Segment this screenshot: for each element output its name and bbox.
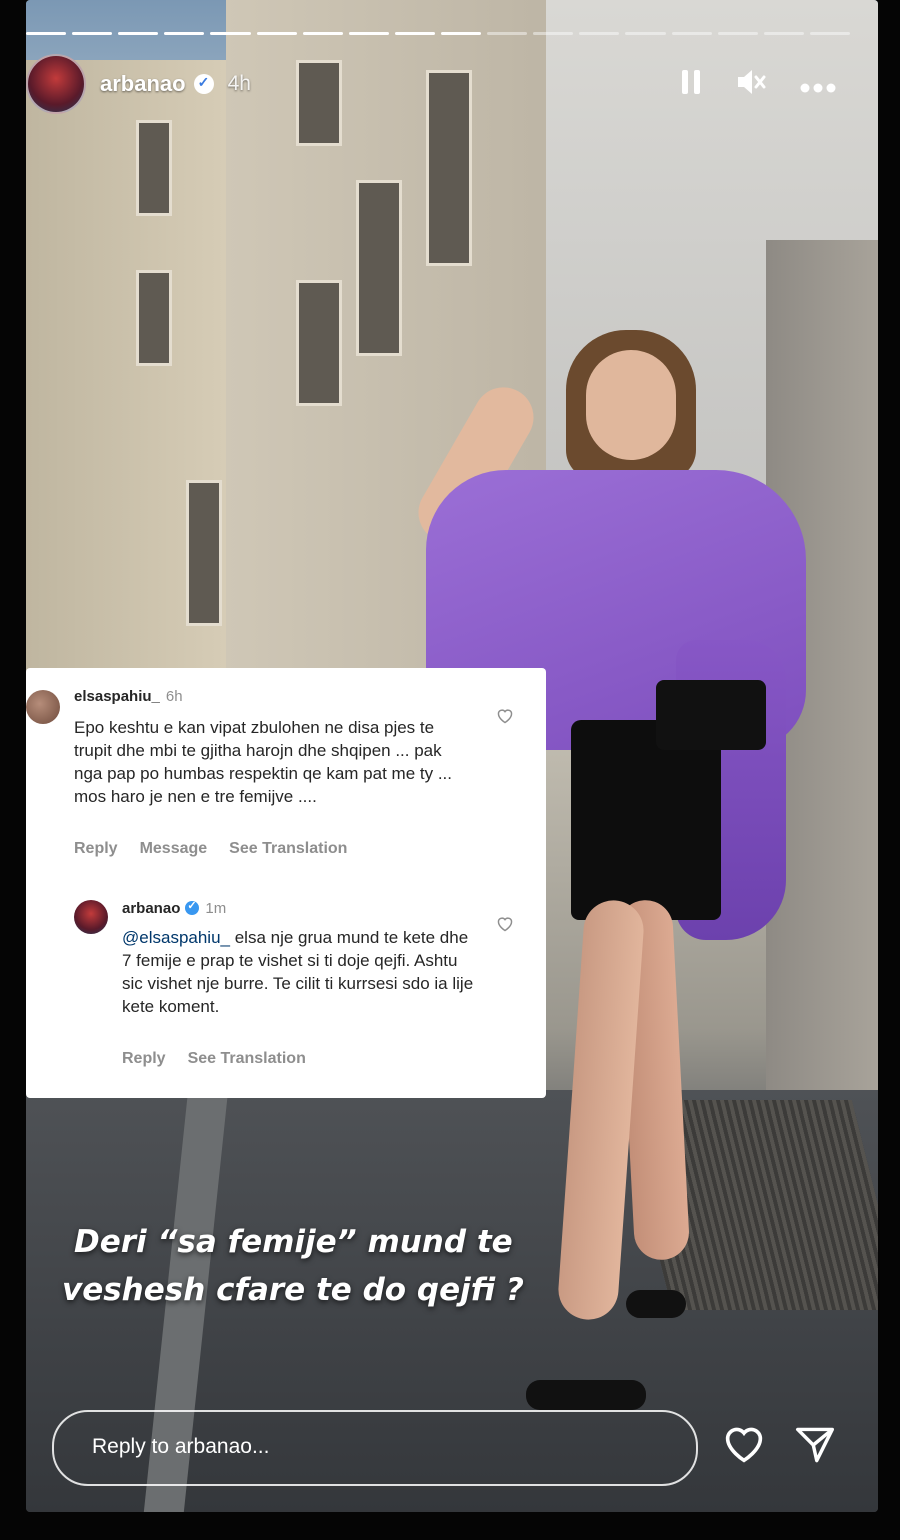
progress-segment bbox=[256, 32, 297, 35]
see-translation-link: See Translation bbox=[187, 1050, 306, 1067]
story-time: 4h bbox=[227, 72, 251, 95]
mention: @elsaspahiu_ bbox=[122, 928, 230, 947]
comment-screenshot-card: elsaspahiu_ 6h Epo keshtu e kan vipat zbu… bbox=[26, 668, 546, 1098]
progress-segment bbox=[394, 32, 435, 35]
reply-username: arbanao 1m bbox=[122, 899, 227, 917]
reply-username-text: arbanao bbox=[122, 900, 181, 917]
verified-badge-icon bbox=[193, 74, 214, 94]
progress-segment bbox=[763, 32, 804, 35]
window bbox=[136, 120, 172, 216]
progress-segment bbox=[26, 32, 67, 35]
black-skirt bbox=[571, 720, 721, 920]
window bbox=[356, 180, 402, 356]
comment-actions: Reply Message See Translation bbox=[74, 840, 347, 858]
reply-link: Reply bbox=[122, 1050, 166, 1067]
verified-badge-icon bbox=[185, 899, 200, 915]
comment-username: elsaspahiu_ 6h bbox=[74, 688, 183, 705]
story-progress-bar bbox=[26, 32, 850, 35]
window bbox=[186, 480, 222, 626]
comment-text: Epo keshtu e kan vipat zbulohen ne disa … bbox=[74, 718, 452, 806]
progress-segment bbox=[72, 32, 113, 35]
caption-line-1: Deri “sa femije” mund te bbox=[74, 1224, 513, 1260]
heeled-sandal bbox=[526, 1380, 646, 1410]
reply-text: @elsaspahiu_ elsa nje grua mund te kete … bbox=[122, 926, 482, 1018]
progress-segment bbox=[625, 32, 666, 35]
story-viewer: arbanao 4h elsaspahiu_ 6h Epo keshtu e ka… bbox=[0, 0, 900, 1540]
progress-segment bbox=[809, 32, 850, 35]
progress-segment bbox=[717, 32, 758, 35]
comment-username-text: elsaspahiu_ bbox=[74, 688, 160, 705]
more-options-icon[interactable] bbox=[800, 71, 836, 97]
woman-face bbox=[586, 350, 676, 460]
reply-actions: Reply See Translation bbox=[122, 1050, 306, 1068]
reply-input[interactable] bbox=[90, 1434, 654, 1460]
heart-icon bbox=[496, 708, 514, 729]
story-caption: Deri “sa femije” mund te veshesh cfare t… bbox=[26, 1218, 586, 1314]
message-link: Message bbox=[139, 840, 208, 857]
progress-segment bbox=[579, 32, 620, 35]
reply-time: 1m bbox=[205, 900, 227, 917]
like-heart-icon[interactable] bbox=[722, 1424, 766, 1469]
send-icon[interactable] bbox=[794, 1426, 836, 1469]
avatar bbox=[74, 900, 108, 934]
reply-link: Reply bbox=[74, 840, 118, 857]
window bbox=[136, 270, 172, 366]
avatar[interactable] bbox=[26, 54, 86, 114]
caption-line-2: veshesh cfare te do qejfi ? bbox=[62, 1272, 524, 1308]
comment-time: 6h bbox=[165, 688, 183, 705]
pause-icon[interactable] bbox=[680, 68, 702, 100]
window bbox=[296, 280, 342, 406]
progress-segment bbox=[348, 32, 389, 35]
see-translation-link: See Translation bbox=[229, 840, 348, 857]
progress-segment bbox=[487, 32, 528, 35]
progress-segment bbox=[210, 32, 251, 35]
heart-icon bbox=[496, 916, 514, 937]
progress-segment bbox=[164, 32, 205, 35]
avatar bbox=[26, 690, 60, 724]
progress-segment bbox=[440, 32, 482, 35]
progress-segment bbox=[118, 32, 159, 35]
progress-segment bbox=[533, 32, 574, 35]
heeled-sandal bbox=[626, 1290, 686, 1318]
black-handbag bbox=[656, 680, 766, 750]
muted-speaker-icon[interactable] bbox=[736, 68, 766, 100]
reply-bar[interactable] bbox=[52, 1410, 698, 1486]
story-username[interactable]: arbanao bbox=[100, 71, 186, 97]
progress-segment bbox=[671, 32, 712, 35]
progress-segment bbox=[302, 32, 343, 35]
story-header: arbanao 4h bbox=[26, 52, 850, 116]
